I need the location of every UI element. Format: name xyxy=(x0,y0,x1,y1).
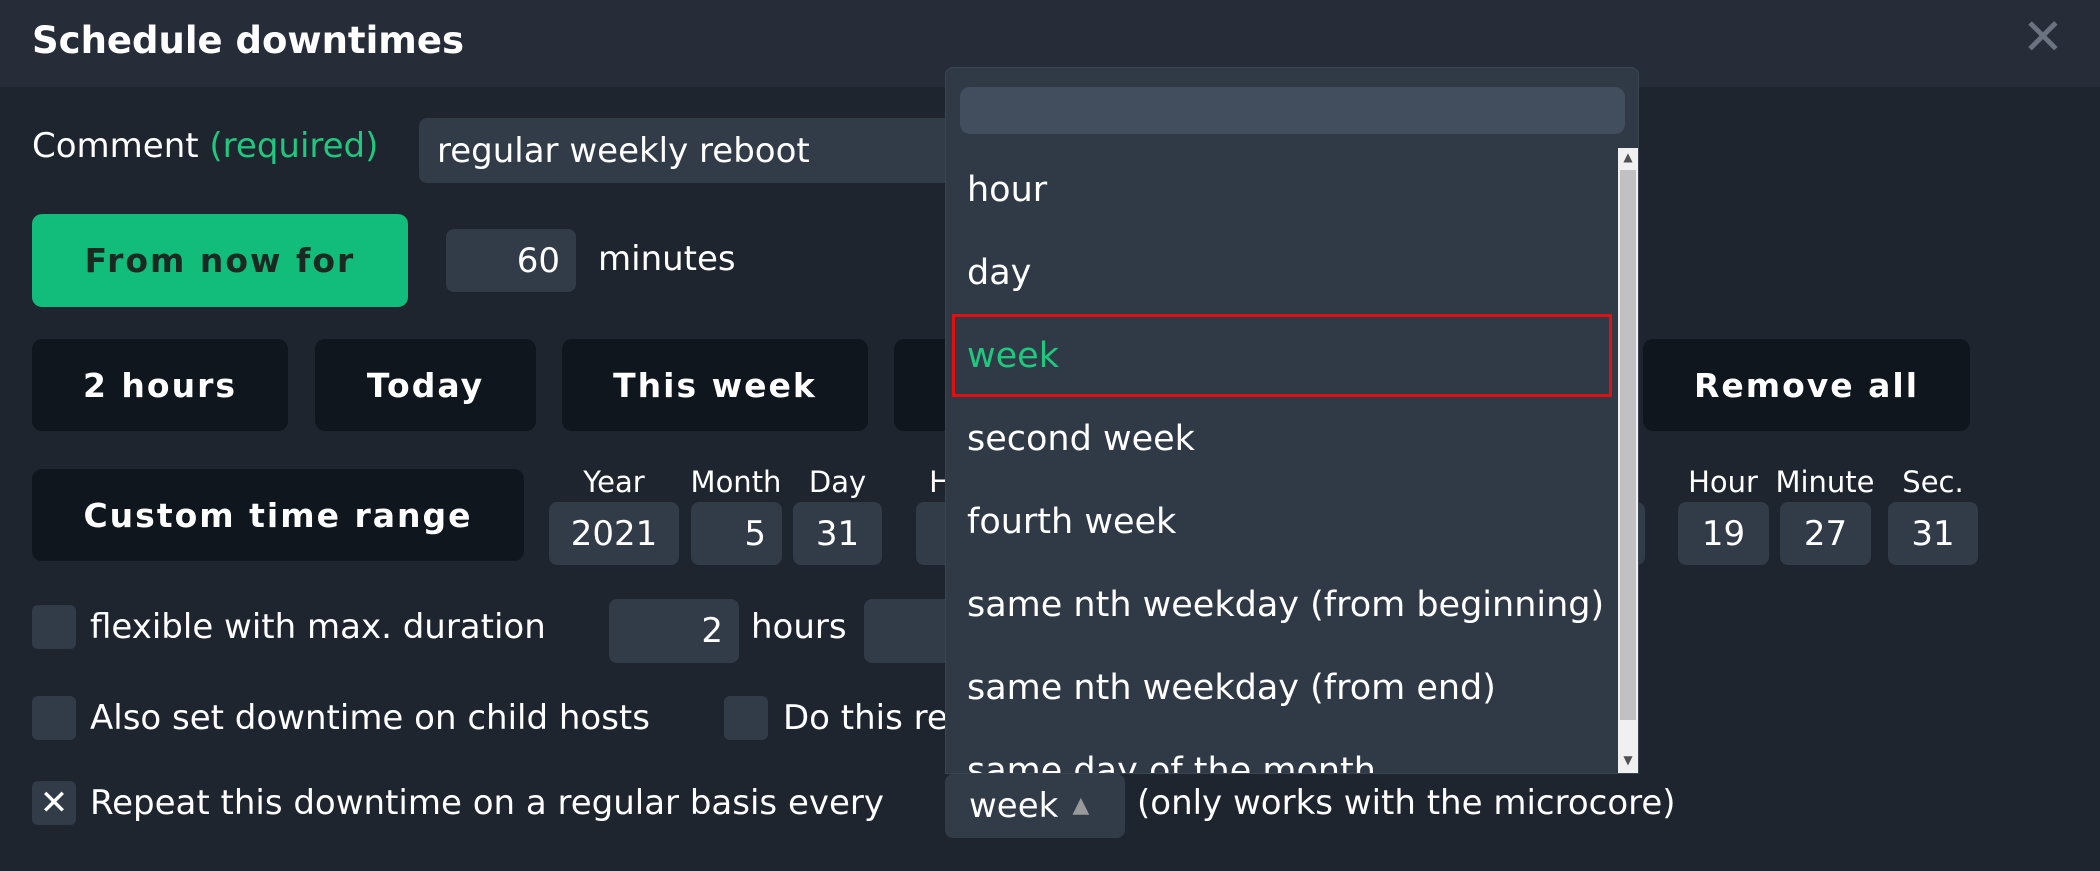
this-week-button[interactable]: This week xyxy=(562,339,868,431)
dropdown-options: hour day week second week fourth week sa… xyxy=(946,148,1618,774)
sec-label: Sec. xyxy=(1902,465,1964,499)
end-hour-input[interactable]: 19 xyxy=(1678,502,1769,565)
do-this-checkbox[interactable] xyxy=(724,696,768,740)
hours-label: hours xyxy=(751,607,847,647)
option-week[interactable]: week xyxy=(952,314,1612,397)
repeat-checkbox[interactable]: ✕ xyxy=(32,781,76,825)
comment-label: Comment (required) xyxy=(32,126,379,166)
month-label: Month xyxy=(690,465,782,499)
scroll-down-icon[interactable]: ▼ xyxy=(1618,753,1638,767)
repeat-label: Repeat this downtime on a regular basis … xyxy=(90,783,885,823)
remove-all-button[interactable]: Remove all xyxy=(1643,339,1970,431)
child-hosts-checkbox[interactable] xyxy=(32,696,76,740)
check-x-icon: ✕ xyxy=(39,783,69,823)
dialog-title: Schedule downtimes xyxy=(32,19,464,62)
comment-input[interactable]: regular weekly reboot xyxy=(419,118,1019,183)
option-second-week[interactable]: second week xyxy=(946,397,1618,480)
from-now-for-button[interactable]: From now for xyxy=(32,214,408,307)
option-same-day-of-month[interactable]: same day of the month xyxy=(946,729,1618,774)
day-label: Day xyxy=(808,465,867,499)
today-button[interactable]: Today xyxy=(315,339,536,431)
option-fourth-week[interactable]: fourth week xyxy=(946,480,1618,563)
caret-up-icon: ▲ xyxy=(1072,793,1090,818)
hour-label: Hour xyxy=(1688,465,1758,499)
start-year-input[interactable]: 2021 xyxy=(549,502,679,565)
minute-label: Minute xyxy=(1775,465,1875,499)
option-hour[interactable]: hour xyxy=(946,148,1618,231)
option-day[interactable]: day xyxy=(946,231,1618,314)
year-label: Year xyxy=(583,465,645,499)
flexible-label: flexible with max. duration xyxy=(90,607,546,647)
repeat-period-dropdown: hour day week second week fourth week sa… xyxy=(945,67,1639,774)
custom-time-range-button[interactable]: Custom time range xyxy=(32,469,524,561)
repeat-period-select[interactable]: week ▲ xyxy=(945,774,1125,838)
flexible-checkbox[interactable] xyxy=(32,605,76,649)
microcore-note: (only works with the microcore) xyxy=(1137,783,1676,823)
minutes-label: minutes xyxy=(598,239,736,279)
end-minute-input[interactable]: 27 xyxy=(1780,502,1871,565)
option-nth-weekday-end[interactable]: same nth weekday (from end) xyxy=(946,646,1618,729)
scrollbar-thumb[interactable] xyxy=(1620,170,1636,720)
start-month-input[interactable]: 5 xyxy=(691,502,782,565)
flexible-hours-input[interactable]: 2 xyxy=(609,599,739,663)
scroll-up-icon[interactable]: ▲ xyxy=(1618,150,1638,164)
close-icon[interactable]: ✕ xyxy=(2020,12,2066,62)
end-sec-input[interactable]: 31 xyxy=(1888,502,1978,565)
required-hint: (required) xyxy=(209,126,379,166)
option-nth-weekday-beginning[interactable]: same nth weekday (from beginning) xyxy=(946,563,1618,646)
dropdown-search-input[interactable] xyxy=(960,87,1625,134)
child-hosts-label: Also set downtime on child hosts xyxy=(90,698,650,738)
minutes-input[interactable]: 60 xyxy=(446,229,576,292)
2-hours-button[interactable]: 2 hours xyxy=(32,339,288,431)
repeat-period-value: week xyxy=(969,786,1059,826)
do-this-label: Do this re xyxy=(783,698,948,738)
dropdown-scrollbar[interactable]: ▲ ▼ xyxy=(1618,148,1638,773)
start-day-input[interactable]: 31 xyxy=(793,502,882,565)
